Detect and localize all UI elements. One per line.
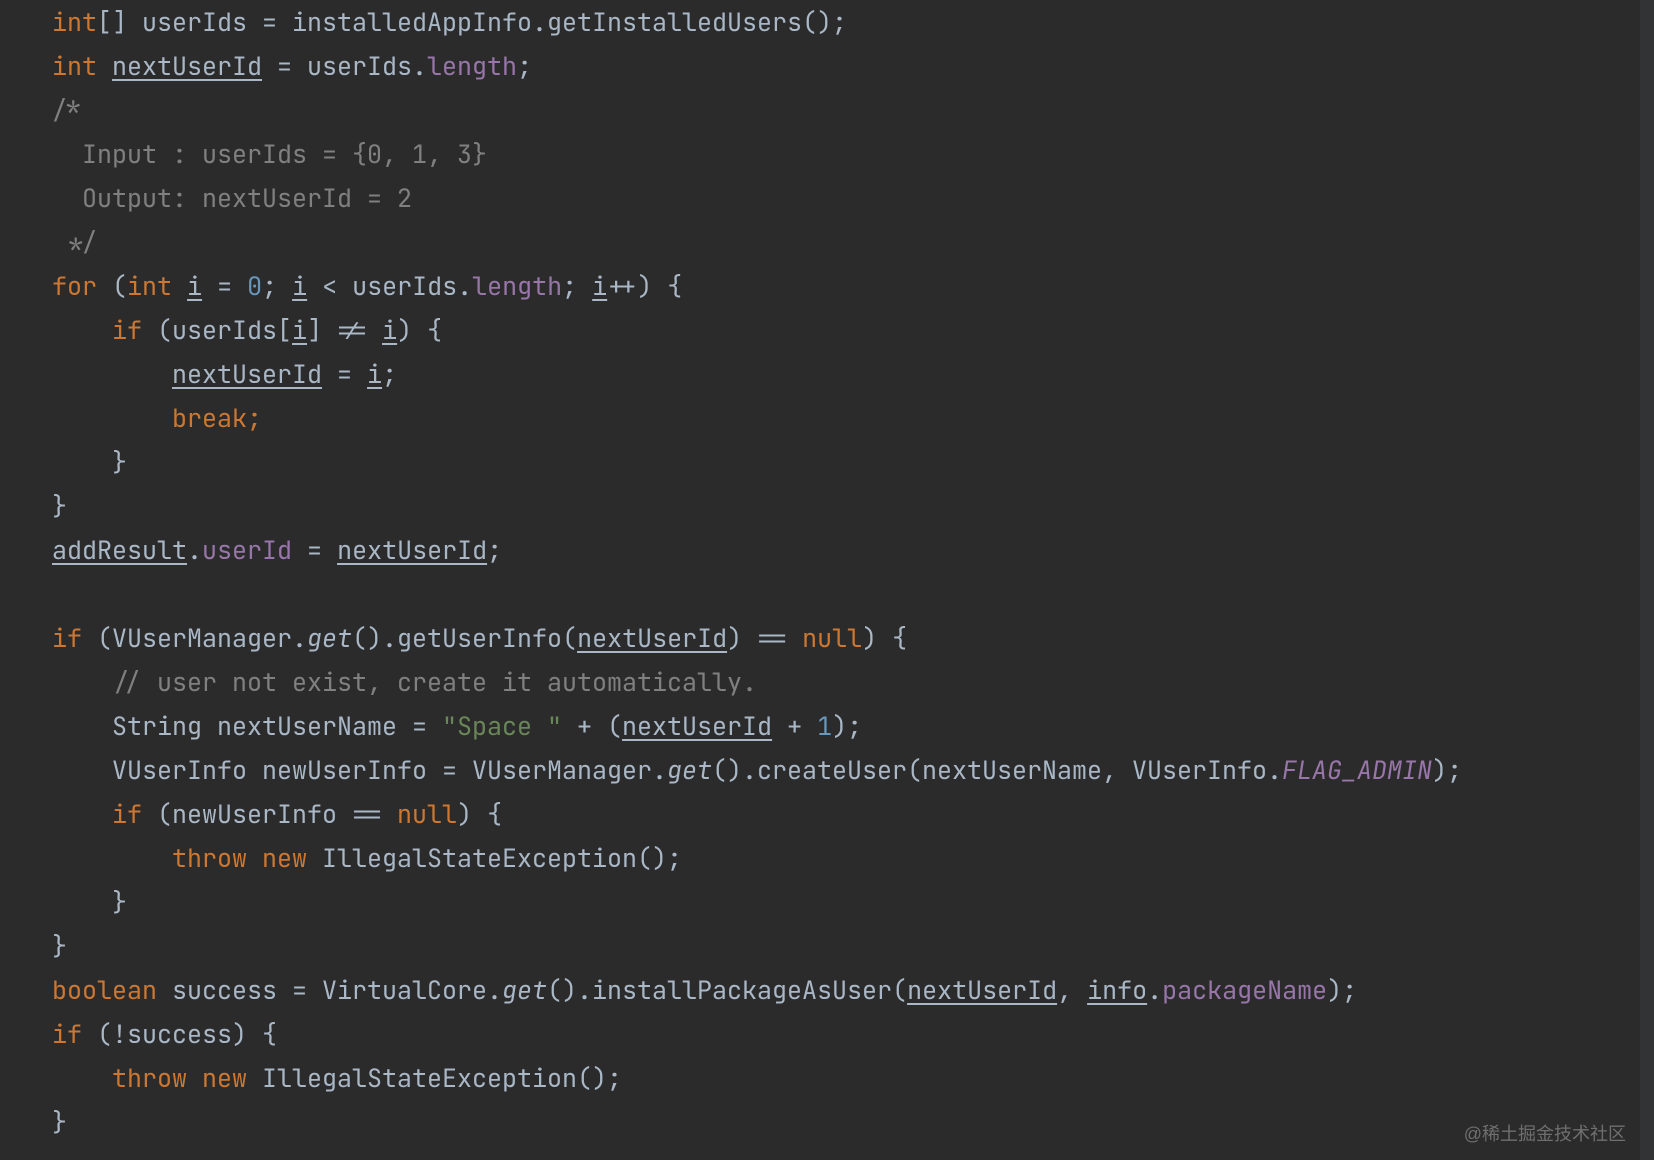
code-text bbox=[52, 841, 172, 875]
code-field: length bbox=[427, 49, 517, 83]
code-text: ; bbox=[382, 357, 397, 391]
code-var: i bbox=[382, 313, 397, 347]
code-text bbox=[52, 357, 172, 391]
code-text: ++) { bbox=[607, 269, 682, 303]
code-var: nextUserId bbox=[577, 621, 727, 655]
code-comment: Input : userIds = {0, 1, 3} bbox=[52, 137, 487, 171]
code-var: nextUserId bbox=[622, 709, 772, 743]
code-var: i bbox=[292, 313, 307, 347]
code-keyword: if bbox=[52, 1017, 97, 1051]
code-comment: Output: nextUserId = 2 bbox=[52, 181, 412, 215]
code-field: packageName bbox=[1162, 973, 1327, 1007]
code-text: = bbox=[322, 357, 367, 391]
code-keyword: if bbox=[112, 797, 157, 831]
code-keyword: break; bbox=[172, 401, 262, 435]
code-text: success = VirtualCore. bbox=[172, 973, 502, 1007]
code-static: get bbox=[667, 753, 712, 787]
code-text: } bbox=[52, 929, 67, 963]
code-text: . bbox=[1147, 973, 1162, 1007]
code-var: nextUserId bbox=[337, 533, 487, 567]
code-var: addResult bbox=[52, 533, 187, 567]
code-text: + ( bbox=[562, 709, 622, 743]
code-keyword: if bbox=[52, 313, 157, 347]
code-text: IllegalStateException(); bbox=[322, 841, 682, 875]
code-text: [] userIds = installedAppInfo.getInstall… bbox=[97, 5, 847, 39]
code-keyword: null bbox=[397, 797, 457, 831]
code-text: ); bbox=[1327, 973, 1357, 1007]
code-keyword: int bbox=[52, 49, 112, 83]
code-static: get bbox=[307, 621, 352, 655]
code-text: ); bbox=[1432, 753, 1462, 787]
code-keyword: int bbox=[52, 5, 97, 39]
code-var: i bbox=[592, 269, 607, 303]
code-var: i bbox=[187, 269, 202, 303]
code-keyword: throw new bbox=[112, 1061, 262, 1095]
code-text: < userIds. bbox=[307, 269, 472, 303]
code-text: = bbox=[292, 533, 337, 567]
code-text: ); bbox=[832, 709, 862, 743]
code-text: IllegalStateException(); bbox=[262, 1061, 622, 1095]
code-text bbox=[52, 665, 112, 699]
code-keyword: boolean bbox=[52, 973, 172, 1007]
code-comment: /* bbox=[52, 93, 82, 127]
code-text: } bbox=[52, 885, 127, 919]
code-constant: FLAG_ADMIN bbox=[1282, 753, 1432, 787]
code-keyword: for bbox=[52, 269, 112, 303]
code-text: ) { bbox=[397, 313, 442, 347]
code-text: ) { bbox=[457, 797, 502, 831]
watermark-label: @稀土掘金技术社区 bbox=[1464, 1120, 1626, 1146]
code-text: + bbox=[772, 709, 817, 743]
code-text: (userIds[ bbox=[157, 313, 292, 347]
code-var: nextUserId bbox=[907, 973, 1057, 1007]
code-string: "Space " bbox=[442, 709, 562, 743]
code-text: ) == bbox=[727, 621, 802, 655]
code-text: ().createUser(nextUserName, VUserInfo. bbox=[712, 753, 1282, 787]
code-text: . bbox=[187, 533, 202, 567]
code-text: ) { bbox=[862, 621, 907, 655]
code-text: (!success) { bbox=[97, 1017, 277, 1051]
code-keyword: throw new bbox=[172, 841, 322, 875]
code-text: ; bbox=[262, 269, 292, 303]
code-text: , bbox=[1057, 973, 1087, 1007]
code-text bbox=[52, 1061, 112, 1095]
code-editor[interactable]: int[] userIds = installedAppInfo.getInst… bbox=[0, 0, 1654, 1160]
code-var: i bbox=[367, 357, 382, 391]
code-text bbox=[52, 797, 112, 831]
code-text: ] != bbox=[307, 313, 382, 347]
code-field: userId bbox=[202, 533, 292, 567]
code-text: ; bbox=[517, 49, 532, 83]
code-text: ; bbox=[487, 533, 502, 567]
code-text: } bbox=[52, 489, 67, 523]
code-param: info bbox=[1087, 973, 1147, 1007]
code-text: (newUserInfo == bbox=[157, 797, 397, 831]
code-text: ; bbox=[562, 269, 592, 303]
code-block[interactable]: int[] userIds = installedAppInfo.getInst… bbox=[0, 0, 1654, 1144]
code-var: nextUserId bbox=[172, 357, 322, 391]
code-number: 1 bbox=[817, 709, 832, 743]
code-text: } bbox=[52, 445, 127, 479]
code-comment: */ bbox=[52, 225, 97, 259]
code-field: length bbox=[472, 269, 562, 303]
code-keyword: int bbox=[127, 269, 187, 303]
code-text: = bbox=[202, 269, 247, 303]
code-text bbox=[52, 401, 172, 435]
code-text: } bbox=[52, 1105, 67, 1139]
code-text: VUserInfo newUserInfo = VUserManager. bbox=[52, 753, 667, 787]
right-gutter[interactable] bbox=[1640, 0, 1654, 1160]
code-text: ().getUserInfo( bbox=[352, 621, 577, 655]
code-static: get bbox=[502, 973, 547, 1007]
code-var: i bbox=[292, 269, 307, 303]
code-text: = userIds. bbox=[262, 49, 427, 83]
code-comment: // user not exist, create it automatical… bbox=[112, 665, 757, 699]
code-text: ().installPackageAsUser( bbox=[547, 973, 907, 1007]
code-text: (VUserManager. bbox=[97, 621, 307, 655]
code-text: ( bbox=[112, 269, 127, 303]
code-number: 0 bbox=[247, 269, 262, 303]
code-var: nextUserId bbox=[112, 49, 262, 83]
code-keyword: null bbox=[802, 621, 862, 655]
code-text: String nextUserName = bbox=[52, 709, 442, 743]
code-keyword: if bbox=[52, 621, 97, 655]
